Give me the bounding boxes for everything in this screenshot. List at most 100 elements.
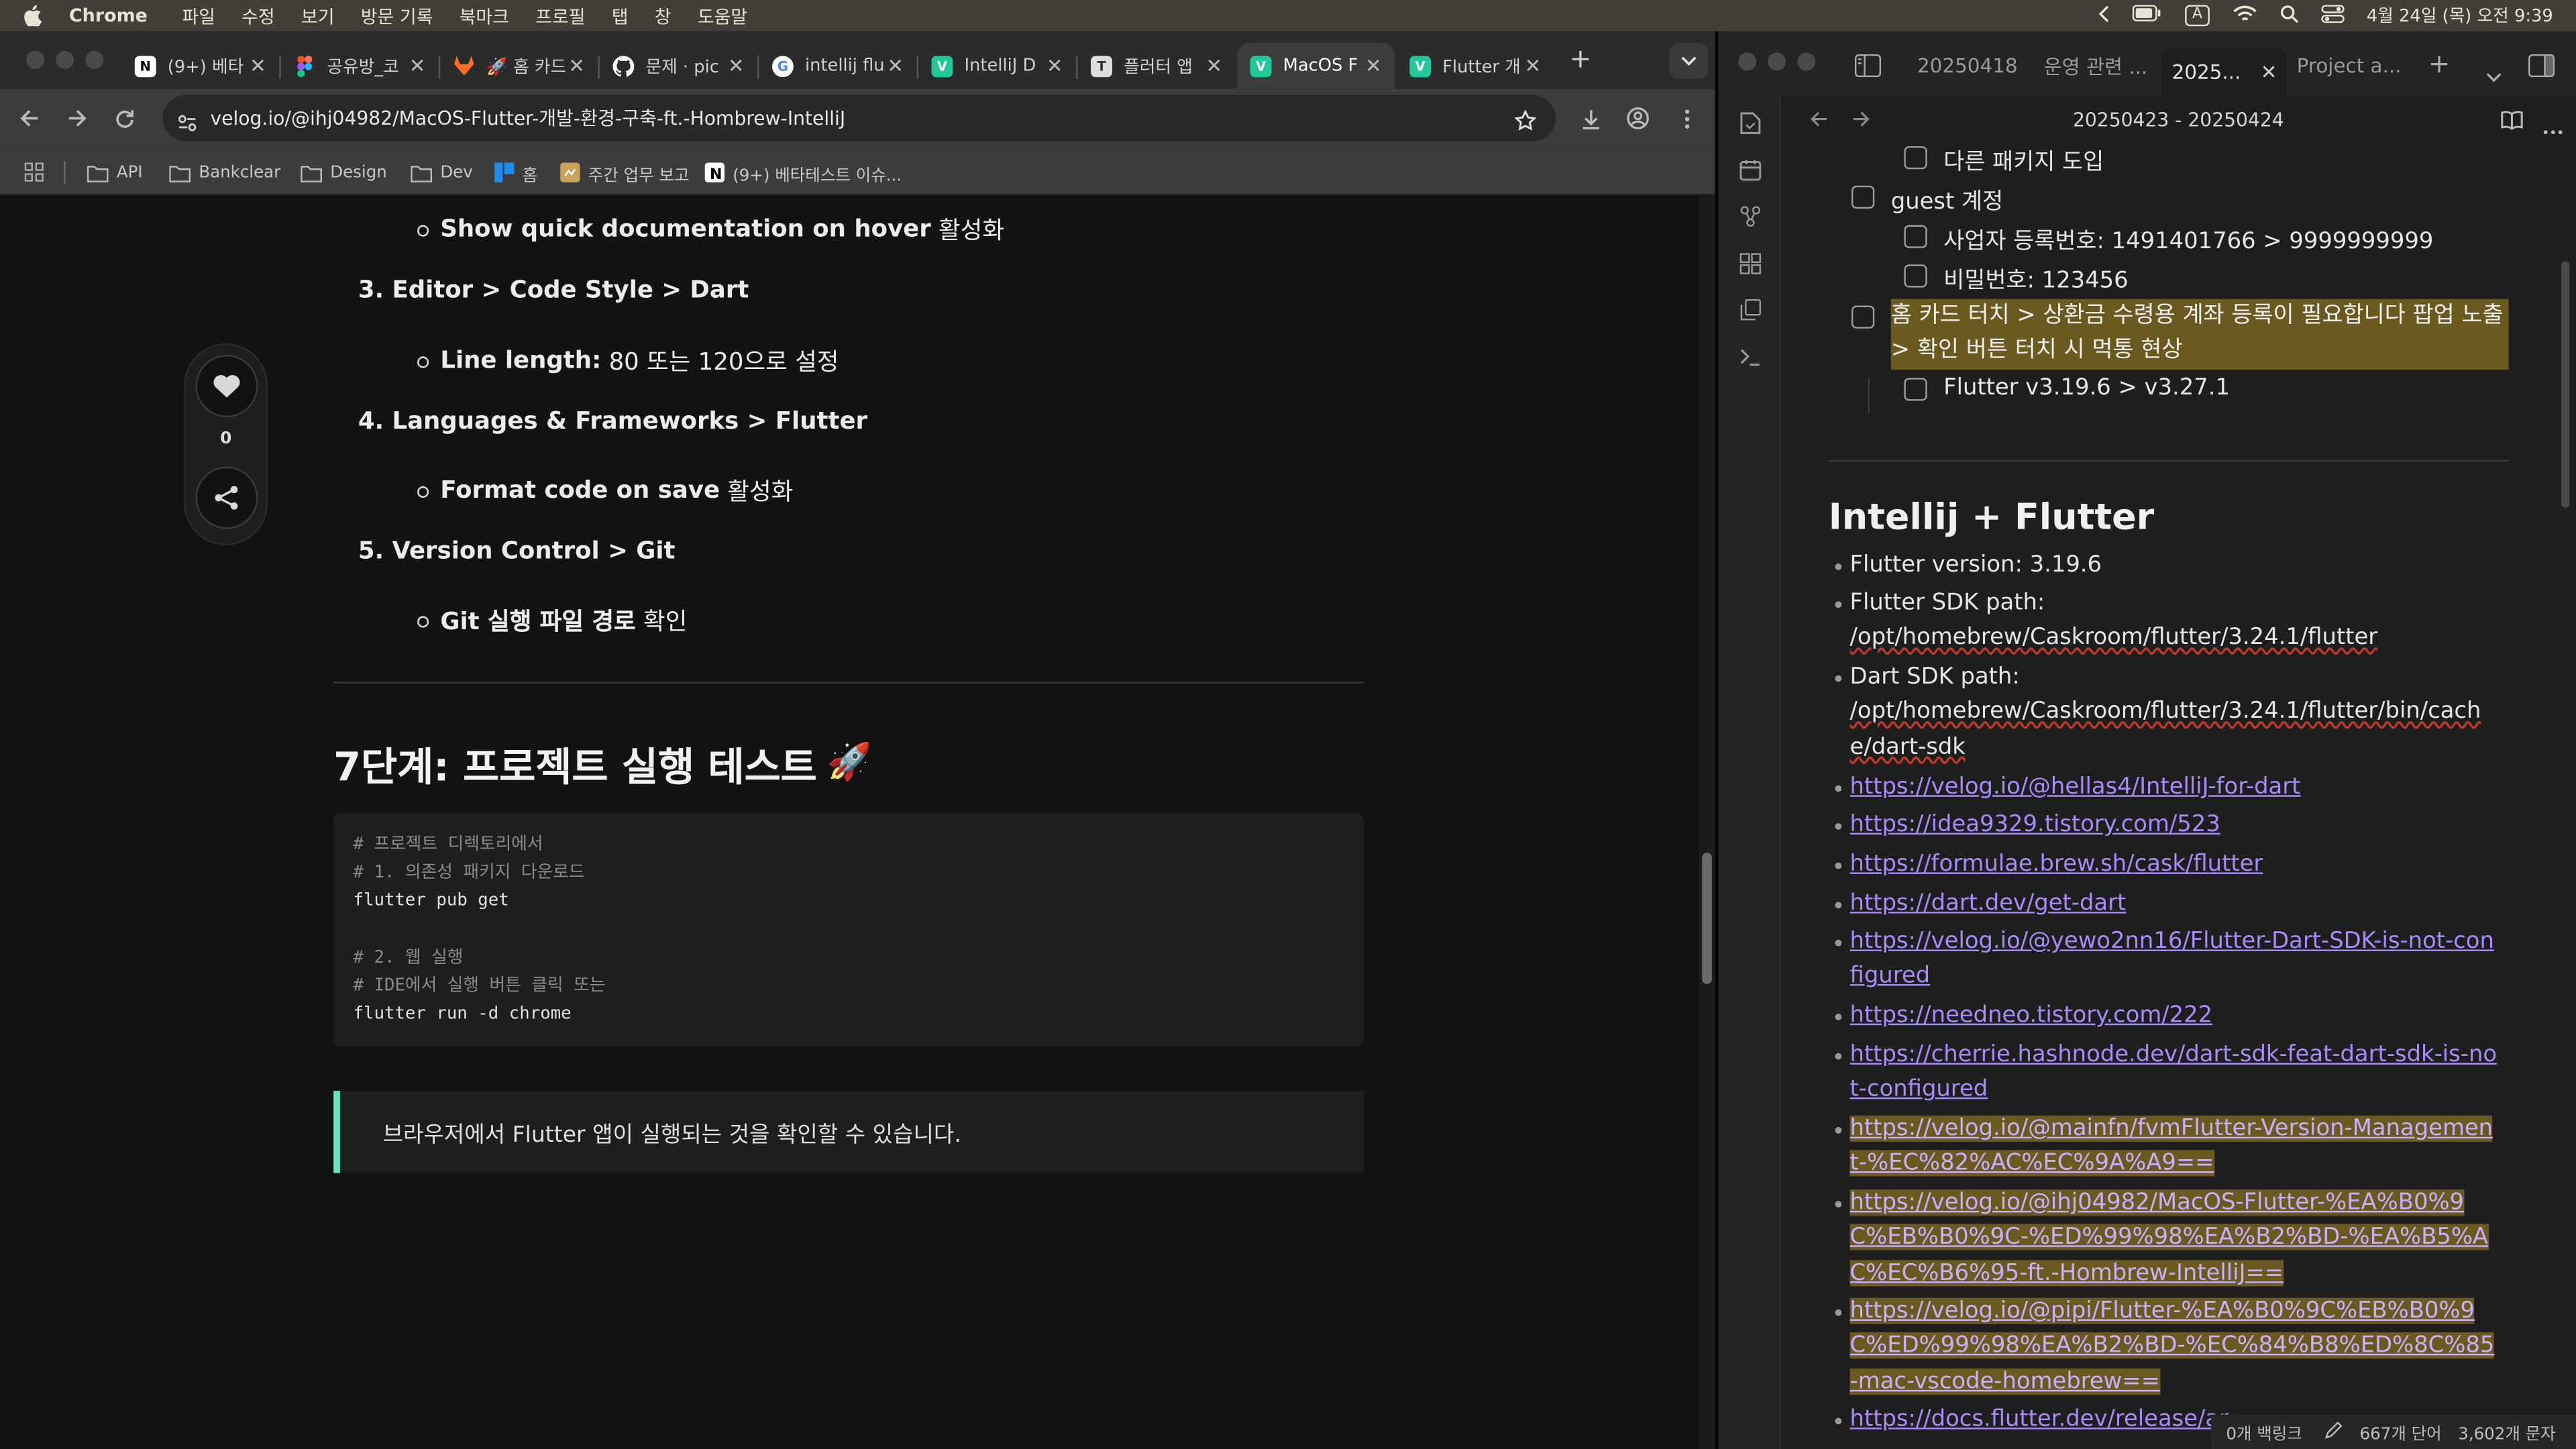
sidebar-toggle-icon[interactable]: [1854, 52, 1882, 84]
new-tab-button[interactable]: +: [1567, 45, 1593, 72]
link[interactable]: https://docs.flutter.dev/release/ar: [1850, 1406, 2229, 1432]
bookmark-folder-design[interactable]: Design: [301, 161, 387, 184]
close-icon[interactable]: ✕: [1203, 54, 1226, 77]
window-minimize-button[interactable]: [56, 50, 74, 69]
menu-app-name[interactable]: Chrome: [69, 5, 148, 26]
close-icon[interactable]: ✕: [884, 54, 907, 77]
wifi-icon[interactable]: [2232, 4, 2257, 27]
search-icon[interactable]: [2279, 4, 2298, 27]
checkbox[interactable]: [1851, 185, 1875, 209]
link[interactable]: https://velog.io/@yewo2nn16/Flutter-Dart…: [1850, 928, 2494, 990]
browser-tab[interactable]: V Flutter 개 ✕: [1397, 43, 1554, 89]
menu-bookmarks[interactable]: 북마크: [460, 3, 509, 29]
site-settings-icon[interactable]: [177, 109, 197, 140]
close-icon[interactable]: ✕: [1043, 54, 1066, 77]
browser-tab[interactable]: 공유방_코 ✕: [281, 43, 439, 89]
more-menu-icon[interactable]: [1676, 107, 1699, 129]
link-highlighted[interactable]: https://velog.io/@pipi/Flutter-%EA%B0%9C…: [1849, 1297, 2495, 1395]
menu-clock[interactable]: 4월 24일 (목) 오전 9:39: [2367, 3, 2553, 28]
nav-forward-icon[interactable]: [1851, 110, 1871, 133]
tab-search-button[interactable]: [1669, 42, 1709, 79]
more-options-icon[interactable]: [2543, 117, 2563, 140]
bookmark-weekly-report[interactable]: 주간 업무 보고: [560, 161, 690, 185]
scroll-thumb[interactable]: [1702, 853, 1712, 984]
obsidian-tab[interactable]: 20250418: [1917, 48, 2018, 84]
menu-view[interactable]: 보기: [301, 3, 335, 29]
browser-tab[interactable]: 🚀 홈 카드 ✕: [440, 43, 598, 89]
link[interactable]: https://needneo.tistory.com/222: [1850, 1002, 2213, 1028]
menu-tab[interactable]: 탭: [612, 3, 629, 29]
right-sidebar-toggle-icon[interactable]: [2528, 52, 2555, 84]
apps-icon[interactable]: [24, 161, 44, 184]
link[interactable]: https://formulae.brew.sh/cask/flutter: [1850, 851, 2263, 877]
menu-edit[interactable]: 수정: [241, 3, 275, 29]
input-method-icon[interactable]: A: [2186, 5, 2209, 27]
profile-icon[interactable]: [1626, 107, 1649, 129]
close-icon[interactable]: ✕: [2261, 61, 2277, 84]
link-highlighted[interactable]: https://velog.io/@ihj04982/MacOS-Flutter…: [1849, 1189, 2489, 1287]
menu-history[interactable]: 방문 기록: [361, 3, 433, 29]
reload-button[interactable]: [113, 107, 136, 129]
forward-button[interactable]: [66, 107, 89, 129]
browser-tab[interactable]: N (9+) 베타 ✕: [121, 43, 279, 89]
bookmark-folder-bankclear[interactable]: Bankclear: [169, 161, 280, 184]
bookmark-folder-dev[interactable]: Dev: [411, 161, 473, 184]
reading-view-icon[interactable]: [2500, 110, 2523, 135]
obsidian-tab[interactable]: Project a...: [2297, 48, 2402, 84]
obsidian-tab-active[interactable]: 2025... ✕: [2161, 48, 2288, 97]
obsidian-tab[interactable]: 운영 관련 ...: [2044, 48, 2148, 84]
calendar-icon[interactable]: [1737, 156, 1763, 182]
link[interactable]: https://cherrie.hashnode.dev/dart-sdk-fe…: [1850, 1042, 2498, 1104]
pencil-icon[interactable]: [2325, 1420, 2343, 1443]
browser-tab[interactable]: T 플러터 앱 ✕: [1078, 43, 1236, 89]
close-icon[interactable]: ✕: [246, 54, 269, 77]
note-title[interactable]: 20250423 - 20250424: [2073, 109, 2284, 131]
checkbox[interactable]: [1904, 225, 1927, 248]
battery-icon[interactable]: [2133, 5, 2163, 26]
window-zoom-button[interactable]: [1797, 52, 1816, 71]
menu-help[interactable]: 도움말: [698, 3, 747, 29]
checkbox[interactable]: [1851, 305, 1875, 329]
browser-tab[interactable]: V IntelliJ D ✕: [918, 43, 1076, 89]
page-scrollbar[interactable]: [1699, 195, 1715, 1449]
close-icon[interactable]: ✕: [724, 54, 747, 77]
address-bar[interactable]: velog.io/@ihj04982/MacOS-Flutter-개발-환경-구…: [162, 95, 1556, 142]
backlinks-count[interactable]: 0개 백링크: [2226, 1419, 2302, 1444]
close-icon[interactable]: ✕: [406, 54, 429, 77]
back-button[interactable]: [18, 107, 41, 129]
like-button[interactable]: [195, 354, 258, 418]
menu-profiles[interactable]: 프로필: [535, 3, 585, 29]
control-center-icon[interactable]: [2320, 4, 2344, 27]
bookmark-home[interactable]: 홈: [494, 161, 537, 185]
checkbox[interactable]: [1904, 146, 1927, 170]
browser-tab-active[interactable]: V MacOS F ✕: [1237, 42, 1395, 89]
download-icon[interactable]: [1578, 107, 1601, 129]
note-scroll-thumb[interactable]: [2561, 261, 2570, 508]
menu-window[interactable]: 창: [655, 3, 672, 29]
link[interactable]: https://dart.dev/get-dart: [1850, 890, 2127, 916]
share-button[interactable]: [195, 466, 258, 529]
close-icon[interactable]: ✕: [1521, 54, 1544, 77]
chevron-down-icon[interactable]: [2485, 58, 2502, 89]
blocks-icon[interactable]: [1737, 250, 1763, 276]
link[interactable]: https://velog.io/@hellas4/IntelliJ-for-d…: [1850, 773, 2301, 800]
link[interactable]: https://idea9329.tistory.com/523: [1850, 812, 2220, 838]
window-close-button[interactable]: [26, 50, 45, 69]
bookmark-folder-api[interactable]: API: [87, 161, 143, 184]
bookmark-star-icon[interactable]: [1514, 107, 1537, 138]
link-highlighted[interactable]: https://velog.io/@mainfn/fvmFlutter-Vers…: [1849, 1115, 2493, 1177]
terminal-icon[interactable]: [1737, 343, 1763, 370]
graph-icon[interactable]: [1737, 202, 1763, 228]
window-close-button[interactable]: [1738, 52, 1756, 71]
browser-tab[interactable]: 문제 · pic ✕: [600, 43, 757, 89]
apple-icon[interactable]: [23, 5, 49, 27]
checkbox[interactable]: [1904, 378, 1927, 401]
file-icon[interactable]: [1737, 110, 1763, 136]
window-zoom-button[interactable]: [85, 50, 104, 69]
new-tab-button[interactable]: +: [2428, 48, 2451, 79]
close-icon[interactable]: ✕: [565, 54, 588, 77]
window-minimize-button[interactable]: [1768, 52, 1786, 71]
chevron-left-icon[interactable]: [2098, 4, 2110, 27]
menu-file[interactable]: 파일: [182, 3, 215, 29]
copy-icon[interactable]: [1737, 296, 1763, 322]
